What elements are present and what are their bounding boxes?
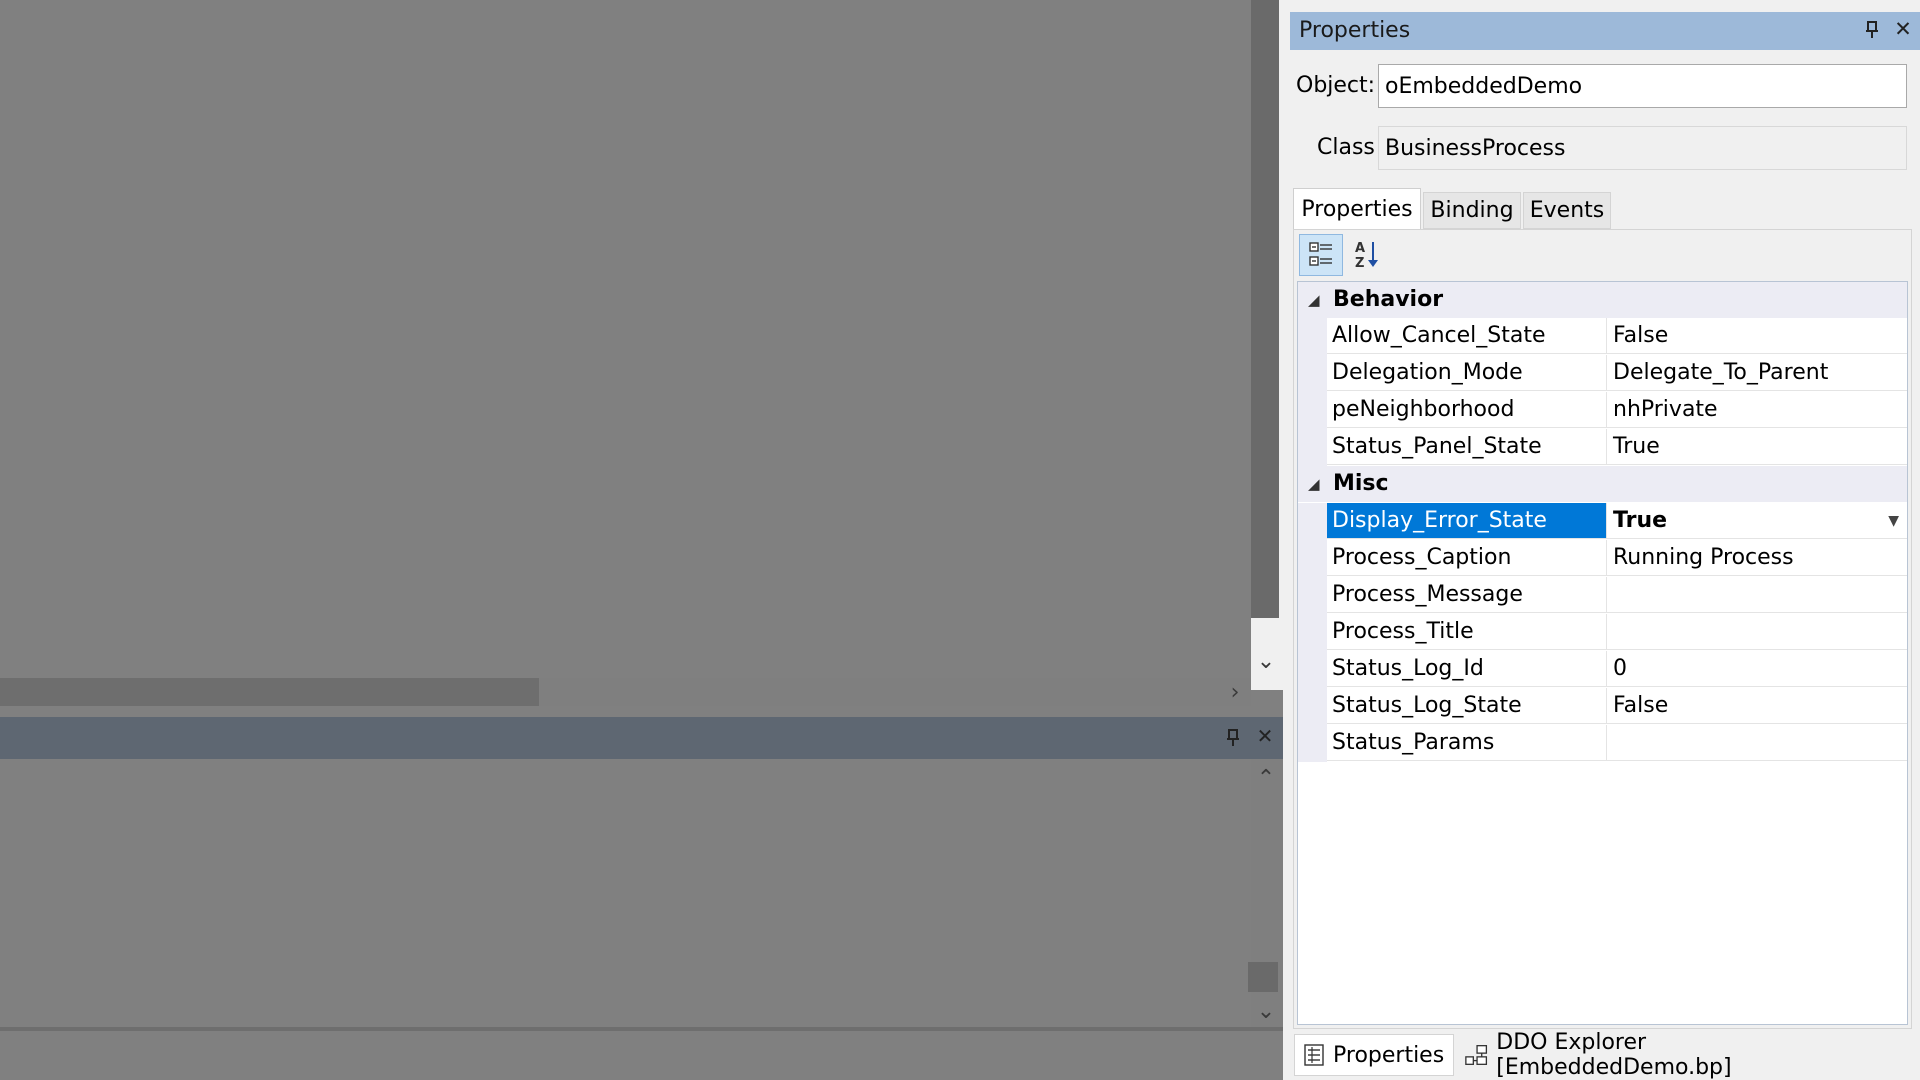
class-field <box>1378 126 1907 170</box>
property-name[interactable]: Process_Message <box>1327 577 1607 613</box>
scroll-right-icon[interactable]: › <box>1220 678 1250 706</box>
scroll-down-icon[interactable]: ⌄ <box>1251 646 1281 676</box>
object-label: Object: <box>1296 73 1376 98</box>
property-value[interactable]: True <box>1607 429 1907 465</box>
property-row[interactable]: peNeighborhood nhPrivate <box>1298 392 1907 429</box>
property-name[interactable]: peNeighborhood <box>1327 392 1607 428</box>
property-row-selected[interactable]: Display_Error_State True ▼ <box>1298 503 1907 540</box>
property-row[interactable]: Status_Log_Id 0 <box>1298 651 1907 688</box>
pin-icon[interactable] <box>1220 725 1246 751</box>
property-name[interactable]: Status_Params <box>1327 725 1607 761</box>
property-name[interactable]: Process_Caption <box>1327 540 1607 576</box>
sort-az-icon: A Z <box>1355 241 1378 271</box>
properties-title: Properties <box>1299 18 1411 43</box>
property-value[interactable]: False <box>1607 318 1907 354</box>
collapse-triangle-icon[interactable]: ◢ <box>1308 282 1326 318</box>
property-value[interactable]: Running Process <box>1607 540 1907 576</box>
property-name[interactable]: Status_Log_State <box>1327 688 1607 724</box>
row-gutter <box>1298 429 1327 466</box>
property-value[interactable]: Delegate_To_Parent <box>1607 355 1907 391</box>
property-row[interactable]: Status_Log_State False <box>1298 688 1907 725</box>
property-value[interactable]: 0 <box>1607 651 1907 687</box>
property-value: True <box>1613 508 1668 533</box>
property-name[interactable]: Allow_Cancel_State <box>1327 318 1607 354</box>
category-misc[interactable] <box>1298 466 1907 502</box>
editor-workspace <box>0 0 1251 678</box>
svg-text:A: A <box>1355 241 1365 256</box>
property-row[interactable]: Status_Panel_State True <box>1298 429 1907 466</box>
close-icon[interactable]: ✕ <box>1252 723 1278 749</box>
bottom-tab-label: DDO Explorer [EmbeddedDemo.bp] <box>1496 1030 1732 1080</box>
row-gutter <box>1298 540 1327 577</box>
category-label: Behavior <box>1333 287 1444 312</box>
row-gutter <box>1298 355 1327 392</box>
bottom-tab-properties[interactable]: Properties <box>1294 1034 1454 1076</box>
property-value[interactable]: nhPrivate <box>1607 392 1907 428</box>
row-gutter <box>1298 614 1327 651</box>
properties-grid-icon <box>1304 1044 1324 1066</box>
row-gutter <box>1298 725 1327 762</box>
property-row[interactable]: Delegation_Mode Delegate_To_Parent <box>1298 355 1907 392</box>
workspace-horizontal-scroll-thumb[interactable] <box>0 678 539 706</box>
property-value[interactable]: False <box>1607 688 1907 724</box>
output-panel-header <box>0 717 1283 759</box>
row-gutter <box>1298 503 1327 540</box>
scroll-up-icon[interactable]: ⌃ <box>1251 763 1281 793</box>
property-name[interactable]: Display_Error_State <box>1327 503 1607 539</box>
category-label: Misc <box>1333 471 1389 496</box>
property-name[interactable]: Delegation_Mode <box>1327 355 1607 391</box>
output-panel-body <box>0 759 1251 1029</box>
property-row[interactable]: Process_Caption Running Process <box>1298 540 1907 577</box>
object-input[interactable] <box>1378 64 1907 108</box>
panel-splitter[interactable] <box>1283 0 1292 1080</box>
property-value-dropdown[interactable]: True ▼ <box>1607 503 1907 539</box>
workspace-vertical-scroll-thumb[interactable] <box>1251 0 1279 618</box>
row-gutter <box>1298 318 1327 355</box>
property-name[interactable]: Process_Title <box>1327 614 1607 650</box>
row-gutter <box>1298 392 1327 429</box>
dropdown-arrow-icon[interactable]: ▼ <box>1888 503 1899 539</box>
property-value[interactable] <box>1607 614 1907 650</box>
property-row[interactable]: Allow_Cancel_State False <box>1298 318 1907 355</box>
row-gutter <box>1298 651 1327 688</box>
property-name[interactable]: Status_Log_Id <box>1327 651 1607 687</box>
tab-binding[interactable]: Binding <box>1423 192 1521 229</box>
close-icon[interactable]: ✕ <box>1890 14 1916 44</box>
tab-properties[interactable]: Properties <box>1293 188 1421 229</box>
alphabetical-sort-button[interactable]: A Z <box>1347 234 1387 276</box>
pin-icon[interactable] <box>1860 16 1884 44</box>
bottom-tab-label: Properties <box>1333 1042 1445 1068</box>
categorized-view-button[interactable] <box>1299 234 1343 276</box>
property-name[interactable]: Status_Panel_State <box>1327 429 1607 465</box>
row-gutter <box>1298 577 1327 614</box>
tab-events[interactable]: Events <box>1523 192 1611 229</box>
categorized-icon <box>1309 242 1332 266</box>
property-value[interactable] <box>1607 725 1907 761</box>
property-row[interactable]: Status_Params <box>1298 725 1907 762</box>
svg-text:Z: Z <box>1355 256 1364 271</box>
row-gutter <box>1298 688 1327 725</box>
property-row[interactable]: Process_Message <box>1298 577 1907 614</box>
bottom-tab-ddo-explorer[interactable]: DDO Explorer [EmbeddedDemo.bp] <box>1458 1030 1862 1080</box>
class-label: Class <box>1317 135 1375 160</box>
output-scroll-thumb[interactable] <box>1248 962 1278 992</box>
ddo-tree-icon <box>1465 1045 1488 1065</box>
scroll-down-icon[interactable]: ⌄ <box>1251 996 1281 1026</box>
collapse-triangle-icon[interactable]: ◢ <box>1308 466 1326 502</box>
status-strip <box>0 1031 1283 1080</box>
property-value[interactable] <box>1607 577 1907 613</box>
property-row[interactable]: Process_Title <box>1298 614 1907 651</box>
